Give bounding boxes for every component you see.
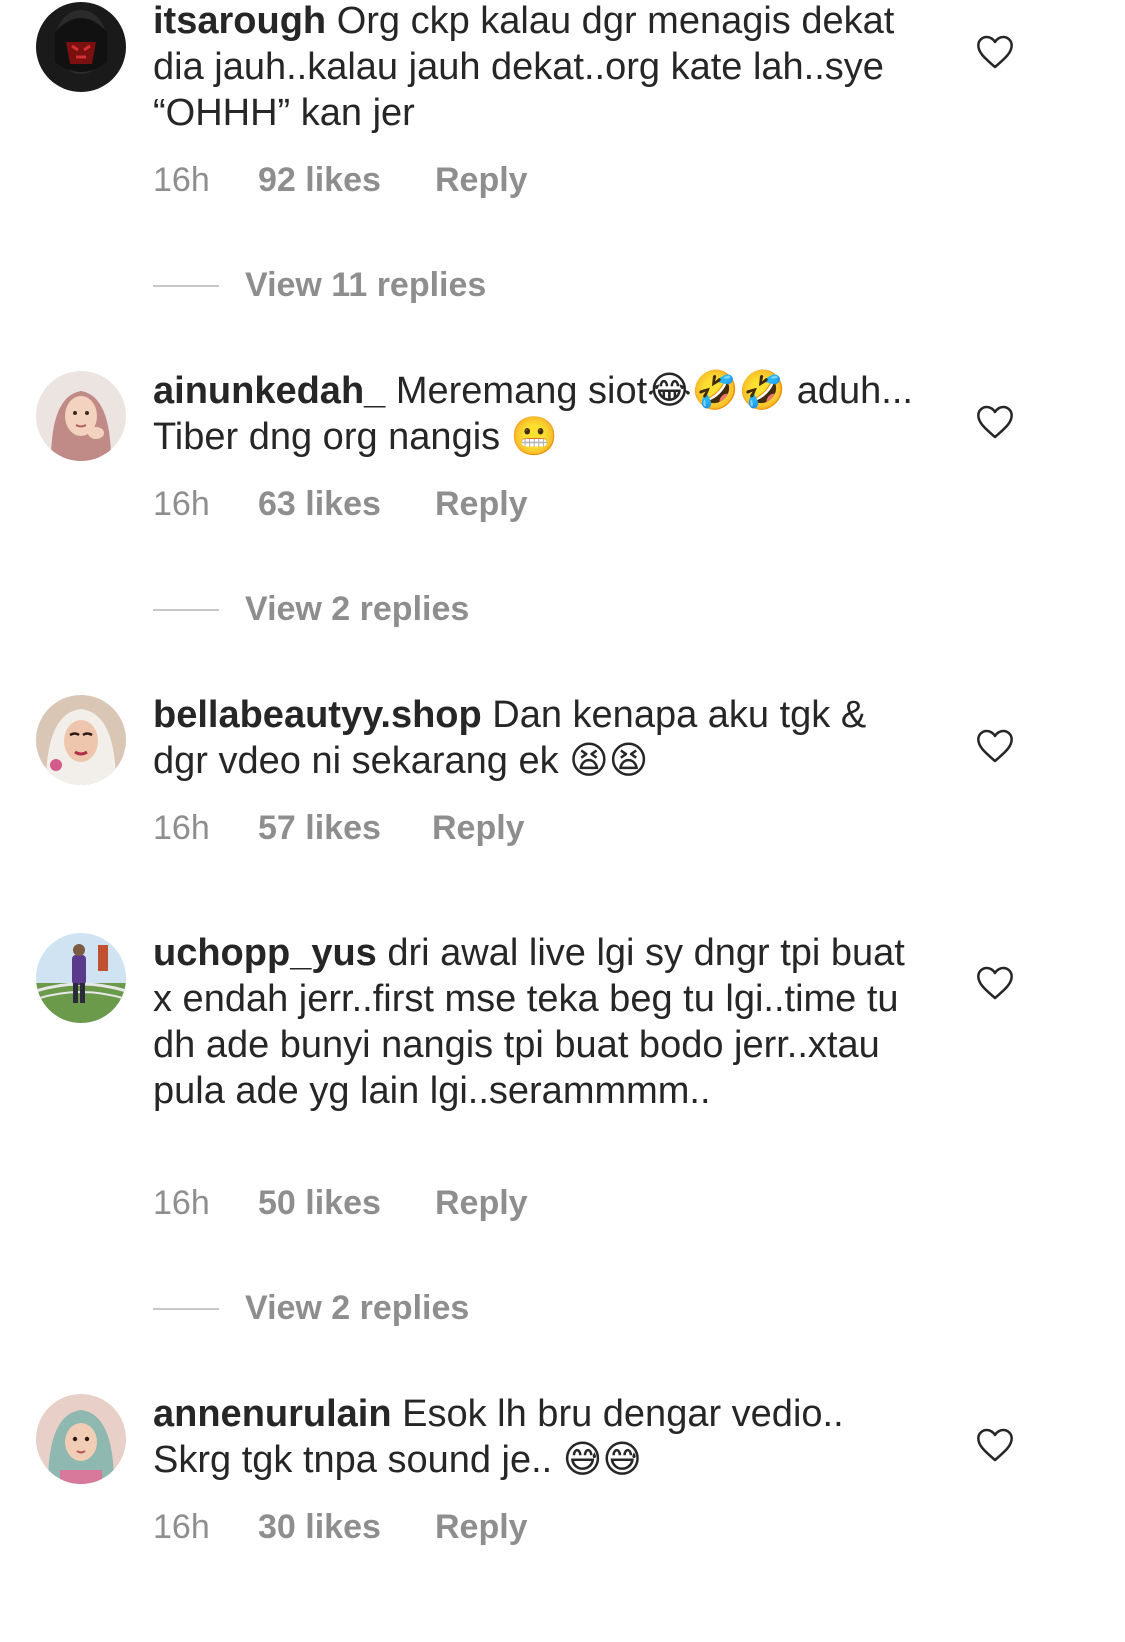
replies-divider — [153, 285, 219, 287]
comment-likes[interactable]: 50 likes — [258, 1183, 381, 1223]
avatar-masked-face-icon — [36, 2, 126, 92]
avatar[interactable] — [36, 2, 126, 92]
avatar-outdoor-person-icon — [36, 933, 126, 1023]
view-replies-label[interactable]: View 2 replies — [245, 589, 469, 629]
comment-username[interactable]: bellabeautyy.shop — [153, 694, 482, 736]
heart-outline-icon[interactable] — [975, 32, 1015, 72]
avatar[interactable] — [36, 1394, 126, 1484]
heart-outline-icon[interactable] — [975, 402, 1015, 442]
comment-text: ainunkedah_ Meremang siot😂🤣🤣 aduh... Tib… — [153, 368, 928, 460]
comment-text: uchopp_yus dri awal live lgi sy dngr tpi… — [153, 930, 928, 1114]
reply-button[interactable]: Reply — [435, 1183, 528, 1223]
replies-divider — [153, 1308, 219, 1310]
comment-timestamp: 16h — [153, 809, 210, 847]
comment-username[interactable]: ainunkedah_ — [153, 370, 385, 412]
avatar[interactable] — [36, 695, 126, 785]
view-replies-label[interactable]: View 2 replies — [245, 1288, 469, 1328]
avatar[interactable] — [36, 371, 126, 461]
comment-username[interactable]: annenurulain — [153, 1393, 392, 1435]
heart-outline-icon[interactable] — [975, 726, 1015, 766]
comment-likes[interactable]: 92 likes — [258, 160, 381, 200]
avatar-white-hijab-icon — [36, 695, 126, 785]
comment-text: annenurulain Esok lh bru dengar vedio.. … — [153, 1391, 928, 1483]
reply-button[interactable]: Reply — [435, 1507, 528, 1547]
comment-username[interactable]: itsarough — [153, 0, 326, 42]
comment-likes[interactable]: 57 likes — [258, 808, 381, 848]
view-replies-label[interactable]: View 11 replies — [245, 265, 486, 305]
comment-username[interactable]: uchopp_yus — [153, 932, 377, 974]
reply-button[interactable]: Reply — [435, 484, 528, 524]
comment-likes[interactable]: 30 likes — [258, 1507, 381, 1547]
reply-button[interactable]: Reply — [432, 808, 525, 848]
comment-timestamp: 16h — [153, 485, 210, 523]
comment-text: itsarough Org ckp kalau dgr menagis deka… — [153, 0, 928, 136]
avatar-hijab-girl-icon — [36, 371, 126, 461]
comment-timestamp: 16h — [153, 1184, 210, 1222]
comment-timestamp: 16h — [153, 1508, 210, 1546]
avatar-child-hijab-icon — [36, 1394, 126, 1484]
comment-likes[interactable]: 63 likes — [258, 484, 381, 524]
comment-timestamp: 16h — [153, 161, 210, 199]
avatar[interactable] — [36, 933, 126, 1023]
heart-outline-icon[interactable] — [975, 963, 1015, 1003]
reply-button[interactable]: Reply — [435, 160, 528, 200]
replies-divider — [153, 609, 219, 611]
heart-outline-icon[interactable] — [975, 1425, 1015, 1465]
comment-text: bellabeautyy.shop Dan kenapa aku tgk & d… — [153, 692, 928, 784]
